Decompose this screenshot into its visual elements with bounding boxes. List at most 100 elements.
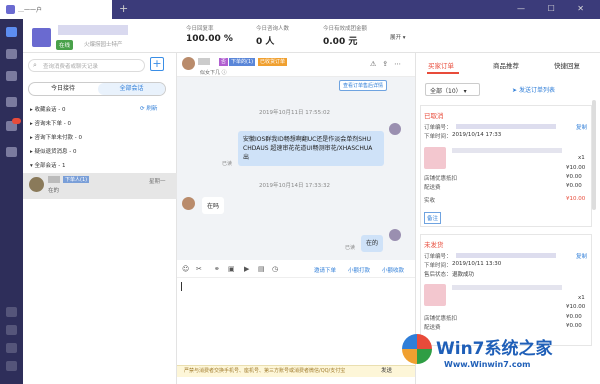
conversation-last-message: 在的 <box>48 188 60 194</box>
note-button[interactable]: 备注 <box>424 212 442 224</box>
order-no-label: 订单编号： <box>424 125 452 131</box>
tab-product-recommend[interactable]: 商品推荐 <box>493 60 519 70</box>
new-tab-button[interactable]: + <box>119 2 128 15</box>
stat-consult-value: 0 人 <box>256 37 275 47</box>
emoji-icon[interactable]: ☺ <box>182 265 189 273</box>
conversation-panel <box>23 53 177 384</box>
group-all[interactable]: ▾ 全部会话 - 1 <box>30 161 66 169</box>
copy-button[interactable]: 复制 <box>576 123 587 131</box>
send-button[interactable]: 发送 <box>381 366 392 374</box>
product-price: ¥10.00 <box>566 304 586 310</box>
copy-button[interactable]: 复制 <box>576 252 587 260</box>
menu-icon[interactable] <box>6 361 17 371</box>
app-logo-icon <box>6 5 15 14</box>
speaker-icon[interactable] <box>6 147 17 157</box>
product-name-redacted <box>452 285 562 290</box>
more-icon[interactable]: ⋯ <box>394 60 407 68</box>
read-receipt: 已读 <box>345 245 356 251</box>
search-placeholder: 查询消费者或聊天记录 <box>43 64 99 70</box>
send-order-label: 发送订单列表 <box>518 87 555 94</box>
expand-button[interactable]: 展开 ▾ <box>390 33 406 41</box>
customer-name-redacted <box>48 176 60 183</box>
chat-icon[interactable] <box>6 27 17 37</box>
discount-label: 店铺优惠抵扣 <box>424 176 458 182</box>
left-nav-bar <box>0 19 23 384</box>
phone-icon[interactable] <box>6 307 17 317</box>
discount-value: ¥0.00 <box>566 174 582 180</box>
app-tab-label: …一一户 <box>18 7 43 14</box>
app-tab[interactable]: …一一户 <box>0 0 112 19</box>
group-label: 咨询下单未付款 - 0 <box>34 135 82 141</box>
user-icon[interactable] <box>6 49 17 59</box>
store-avatar[interactable] <box>32 28 51 47</box>
product-thumbnail[interactable] <box>424 147 446 169</box>
chart-icon[interactable] <box>6 97 17 107</box>
discount-label: 店铺优惠抵扣 <box>424 316 458 322</box>
order-no-redacted <box>456 124 556 129</box>
small-collect-link[interactable]: 小额收款 <box>382 266 404 274</box>
add-button[interactable]: + <box>150 57 164 71</box>
product-qty: x1 <box>578 295 585 301</box>
store-description: 火爆捞园士特产 <box>84 42 123 48</box>
group-label: 收藏会话 - 0 <box>34 107 66 113</box>
group-unpaid[interactable]: ▸ 咨询下单未付款 - 0 <box>30 133 82 141</box>
group-refund[interactable]: ▸ 疑似退货消息 - 0 <box>30 147 77 155</box>
shipping-value: ¥0.00 <box>566 183 582 189</box>
group-label: 疑似退货消息 - 0 <box>34 149 77 155</box>
windows-logo-icon <box>402 334 432 364</box>
share-icon[interactable]: ⇪ <box>382 60 394 68</box>
message-bubble-incoming: 在吗 <box>202 197 225 214</box>
paid-label: 实收 <box>424 198 436 204</box>
folder-icon[interactable]: ▤ <box>258 265 265 273</box>
stat-reply-rate-label: 今日回复率 <box>186 26 214 32</box>
message-bubble-outgoing: 安徽IOS群我ID畅想啊翻UC还是作淡会单剂SHU CHDAUS 超速审花花道U… <box>238 131 384 166</box>
chat-subtitle: 似女下几 ⓘ <box>200 70 227 76</box>
refresh-label: 刷新 <box>146 106 158 112</box>
image-icon[interactable]: ▣ <box>228 265 235 273</box>
view-history-button[interactable]: 查看订单售后详情 <box>339 80 388 91</box>
notification-badge <box>12 118 21 124</box>
store-name-redacted <box>58 25 128 35</box>
scissors-icon[interactable]: ✂ <box>196 265 202 273</box>
warning-icon[interactable]: ⚠ <box>370 60 382 68</box>
read-receipt: 已读 <box>222 161 233 167</box>
after-sale-label: 售后状态： <box>424 272 452 278</box>
product-thumbnail[interactable] <box>424 284 446 306</box>
chat-header-icons[interactable]: ⚠⇪⋯ <box>370 60 407 68</box>
tag-chip: 否 <box>219 58 229 66</box>
window-controls[interactable]: — ☐ ✕ <box>517 4 594 13</box>
order-scrollbar[interactable] <box>592 100 596 210</box>
clock-icon[interactable]: ◷ <box>272 265 278 273</box>
video-icon[interactable]: ▶ <box>244 265 249 273</box>
link-icon[interactable]: ⚭ <box>214 265 220 273</box>
stat-amount-label: 今日有效成团金额 <box>323 26 368 32</box>
tab-quick-reply[interactable]: 快捷回复 <box>554 60 580 70</box>
invite-order-link[interactable]: 邀请下单 <box>314 266 336 274</box>
watermark-title: Win7系统之家 <box>436 339 553 359</box>
small-payout-link[interactable]: 小额打款 <box>348 266 370 274</box>
after-sale-status: 退款成功 <box>452 272 475 278</box>
message-timestamp: 2019年10月11日 17:55:02 <box>259 110 330 116</box>
order-time: 2019/10/14 17:33 <box>452 132 502 138</box>
message-input[interactable] <box>177 278 415 364</box>
online-status-badge[interactable]: 在线 <box>56 40 74 50</box>
order-tag: 下单人(1) <box>63 176 90 183</box>
tab-today[interactable]: 今日接待 <box>29 83 97 95</box>
group-no-order[interactable]: ▸ 咨询未下单 - 0 <box>30 119 71 127</box>
tab-all-sessions[interactable]: 全部会话 <box>98 83 165 95</box>
refresh-button[interactable]: ⟳ 刷新 <box>140 104 157 112</box>
settings-icon[interactable] <box>6 325 17 335</box>
group-favorites[interactable]: ▸ 收藏会话 - 0 <box>30 105 66 113</box>
site-watermark: Win7系统之家 Www.Winwin7.com <box>400 328 600 384</box>
home-icon[interactable] <box>6 343 17 353</box>
send-order-list-link[interactable]: ➤ 发送订单列表 <box>512 85 555 94</box>
order-filter-select[interactable]: 全部（10） ▾ <box>425 83 480 96</box>
stat-amount-value: 0.00 元 <box>323 37 358 47</box>
chat-customer-name-redacted <box>198 58 210 65</box>
chat-customer-avatar[interactable] <box>182 57 195 70</box>
watermark-url: Www.Winwin7.com <box>444 360 531 369</box>
bag-icon[interactable] <box>6 71 17 81</box>
product-name-redacted <box>452 148 562 153</box>
received-chip: 已收货订单 <box>258 58 288 66</box>
tab-buyer-orders[interactable]: 买家订单 <box>428 60 454 70</box>
